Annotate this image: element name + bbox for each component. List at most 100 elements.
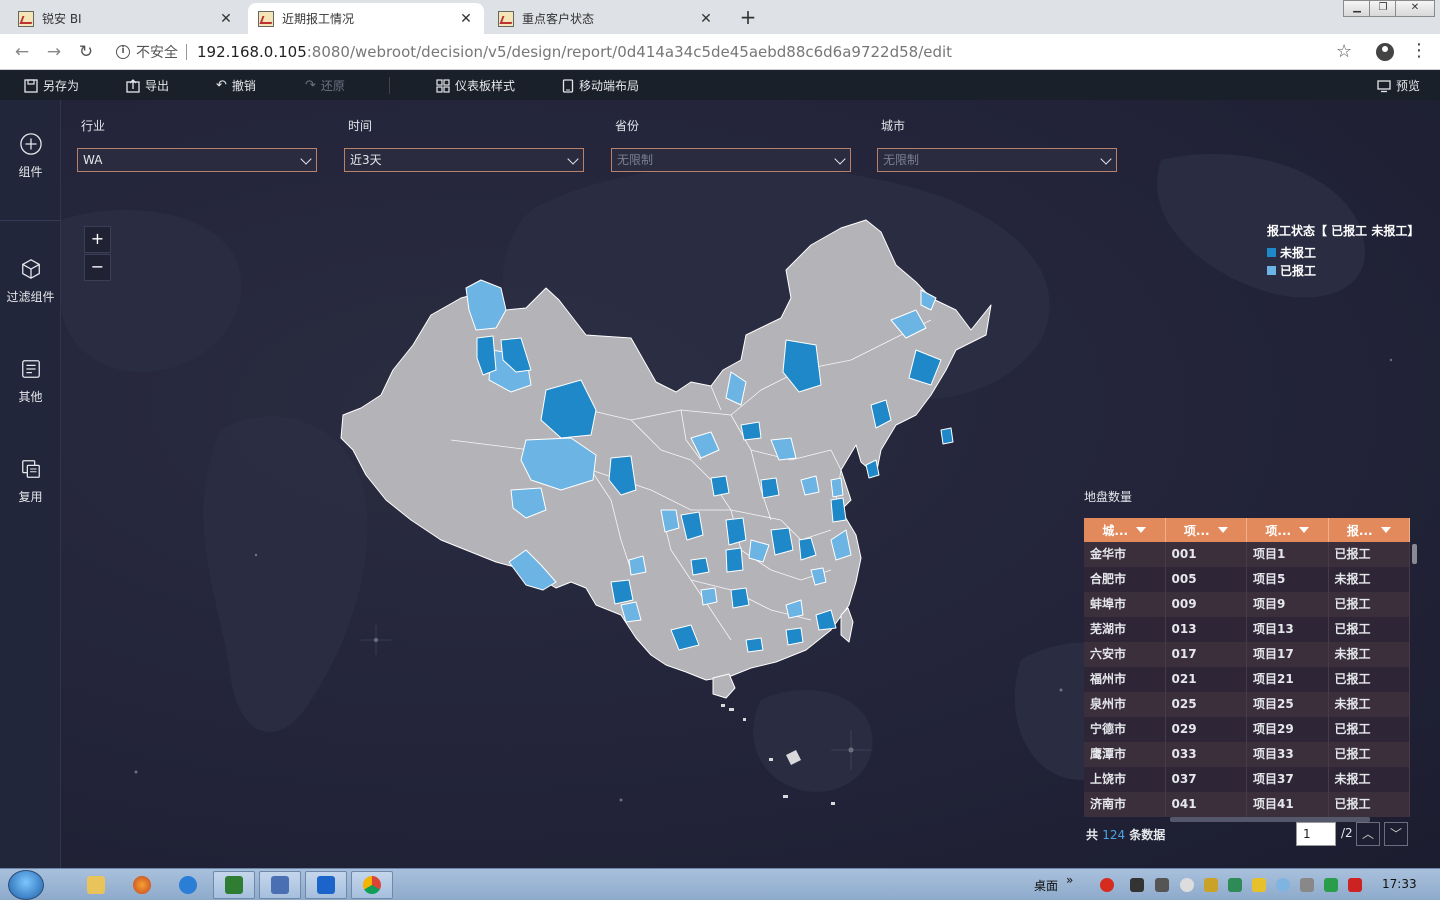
column-header-project-name[interactable]: 项...: [1247, 518, 1329, 542]
zoom-in-button[interactable]: +: [84, 226, 111, 253]
filter-city-select[interactable]: 无限制: [877, 148, 1117, 172]
table-row[interactable]: 金华市 001 项目1 已报工: [1084, 542, 1410, 567]
sidebar-item-components[interactable]: 组件: [0, 133, 61, 180]
filter-time-value: 近3天: [350, 153, 382, 167]
app-icon: [271, 876, 289, 894]
mobile-layout-button[interactable]: 移动端布局: [562, 71, 639, 100]
tab-close-icon[interactable]: ✕: [458, 11, 474, 27]
bookmark-star-icon[interactable]: ☆: [1336, 41, 1352, 62]
cube-icon: [21, 259, 40, 279]
table-cell: 041: [1166, 792, 1247, 817]
taskbar-ie[interactable]: [167, 871, 209, 899]
browser-tab-ruian-bi[interactable]: 锐安 BI ✕: [8, 3, 244, 34]
dashboard-style-button[interactable]: 仪表板样式: [436, 71, 515, 100]
maximize-button[interactable]: ❐: [1369, 0, 1397, 17]
legend-item-reported[interactable]: 已报工: [1267, 261, 1419, 279]
network-icon[interactable]: [1324, 878, 1338, 892]
table-cell: 蚌埠市: [1084, 592, 1166, 617]
undo-button[interactable]: ↶ 撤销: [216, 71, 256, 100]
pager-total: 共 124 条数据: [1086, 826, 1165, 843]
taskbar-finereport[interactable]: [305, 871, 347, 899]
table-row[interactable]: 芜湖市 013 项目13 已报工: [1084, 617, 1410, 642]
info-icon[interactable]: i: [116, 45, 130, 59]
filter-industry-select[interactable]: WA: [77, 148, 317, 172]
tab-close-icon[interactable]: ✕: [698, 11, 714, 27]
desktop-toolbar-label[interactable]: 桌面: [1034, 877, 1058, 894]
sidebar-item-filter-components[interactable]: 过滤组件: [0, 258, 61, 305]
designer-toolbar: 另存为 导出 ↶ 撤销 ↷ 还原 仪表板样式 移动端布局 预览: [0, 71, 1440, 100]
column-header-project-code[interactable]: 项...: [1165, 518, 1247, 542]
minimize-button[interactable]: ▁: [1343, 0, 1371, 17]
browser-tab-recent-reports[interactable]: 近期报工情况 ✕: [248, 3, 484, 34]
zoom-out-button[interactable]: −: [84, 254, 111, 281]
reload-icon[interactable]: ↻: [74, 40, 98, 64]
filter-industry-value: WA: [83, 153, 103, 167]
table-row[interactable]: 六安市 017 项目17 未报工: [1084, 642, 1410, 667]
forward-arrow-icon[interactable]: →: [42, 40, 66, 64]
table-row[interactable]: 上饶市 037 项目37 未报工: [1084, 767, 1410, 792]
table-row[interactable]: 福州市 021 项目21 已报工: [1084, 667, 1410, 692]
table-row[interactable]: 合肥市 005 项目5 未报工: [1084, 567, 1410, 592]
lock-icon[interactable]: [1300, 878, 1314, 892]
tray-app-icon[interactable]: [1204, 878, 1218, 892]
volume-icon[interactable]: [1155, 878, 1169, 892]
redo-button[interactable]: ↷ 还原: [305, 71, 345, 100]
tray-app-icon[interactable]: [1252, 878, 1266, 892]
filter-city-label: 城市: [881, 119, 906, 133]
toolbar-divider: [389, 77, 390, 94]
tray-globe-icon[interactable]: [1180, 878, 1194, 892]
taskbar-explorer[interactable]: [75, 871, 117, 899]
sidebar-item-other[interactable]: 其他: [0, 358, 61, 405]
legend-label: 未报工: [1280, 245, 1317, 260]
tray-alert-icon[interactable]: [1348, 878, 1362, 892]
export-icon: [126, 78, 140, 93]
china-map[interactable]: [331, 210, 1001, 810]
taskbar-app-4[interactable]: [213, 871, 255, 899]
close-window-button[interactable]: ✕: [1395, 0, 1435, 17]
filter-time-select[interactable]: 近3天: [344, 148, 584, 172]
tray-shield-icon[interactable]: [1228, 878, 1242, 892]
account-icon[interactable]: [1376, 43, 1394, 61]
save-as-button[interactable]: 另存为: [24, 71, 79, 100]
column-header-report-status[interactable]: 报...: [1328, 518, 1410, 542]
table-vertical-scrollbar[interactable]: [1412, 544, 1417, 564]
page-number-input[interactable]: 1: [1296, 822, 1336, 846]
table-row[interactable]: 泉州市 025 项目25 未报工: [1084, 692, 1410, 717]
filter-province-select[interactable]: 无限制: [611, 148, 851, 172]
sort-dropdown-icon[interactable]: [1136, 527, 1147, 533]
sidebar-item-reuse[interactable]: 复用: [0, 458, 61, 505]
table-cell: 已报工: [1329, 717, 1410, 742]
browser-tab-key-customers[interactable]: 重点客户状态 ✕: [488, 3, 724, 34]
table-row[interactable]: 济南市 041 项目41 已报工: [1084, 792, 1410, 817]
tray-app-icon[interactable]: [1130, 878, 1144, 892]
tab-close-icon[interactable]: ✕: [218, 11, 234, 27]
table-row[interactable]: 蚌埠市 009 项目9 已报工: [1084, 592, 1410, 617]
chevron-double-icon[interactable]: »: [1066, 873, 1073, 887]
next-page-button[interactable]: ﹀: [1384, 822, 1408, 846]
previous-page-button[interactable]: ︿: [1356, 822, 1380, 846]
table-cell: 项目21: [1247, 667, 1329, 692]
browser-menu-icon[interactable]: ⋮: [1410, 40, 1428, 61]
column-header-city[interactable]: 城...: [1084, 518, 1166, 542]
sort-dropdown-icon[interactable]: [1217, 527, 1228, 533]
taskbar-chrome[interactable]: [351, 871, 393, 899]
url-field[interactable]: i 不安全 192.168.0.105:8080/webroot/decisio…: [108, 38, 1368, 66]
table-row[interactable]: 鹰潭市 033 项目33 已报工: [1084, 742, 1410, 767]
taskbar-firefox[interactable]: [121, 871, 163, 899]
sort-dropdown-icon[interactable]: [1299, 527, 1310, 533]
export-button[interactable]: 导出: [126, 71, 169, 100]
page-total-label: /2: [1341, 826, 1353, 840]
taskbar-app-5[interactable]: [259, 871, 301, 899]
tray-weather-icon[interactable]: [1276, 878, 1290, 892]
legend-item-not-reported[interactable]: 未报工: [1267, 243, 1419, 261]
start-button[interactable]: [8, 870, 44, 900]
table-horizontal-scrollbar[interactable]: [1170, 817, 1370, 822]
sidebar-item-label: 复用: [18, 490, 43, 504]
sort-dropdown-icon[interactable]: [1380, 527, 1391, 533]
sogou-icon[interactable]: [1100, 878, 1114, 892]
preview-button[interactable]: 预览: [1377, 71, 1420, 100]
back-arrow-icon[interactable]: ←: [10, 40, 34, 64]
table-row[interactable]: 宁德市 029 项目29 已报工: [1084, 717, 1410, 742]
table-body: 金华市 001 项目1 已报工 合肥市 005 项目5 未报工 蚌埠市 009 项目9 已报工 芜湖市 0…: [1084, 542, 1410, 817]
new-tab-button[interactable]: +: [736, 5, 760, 29]
